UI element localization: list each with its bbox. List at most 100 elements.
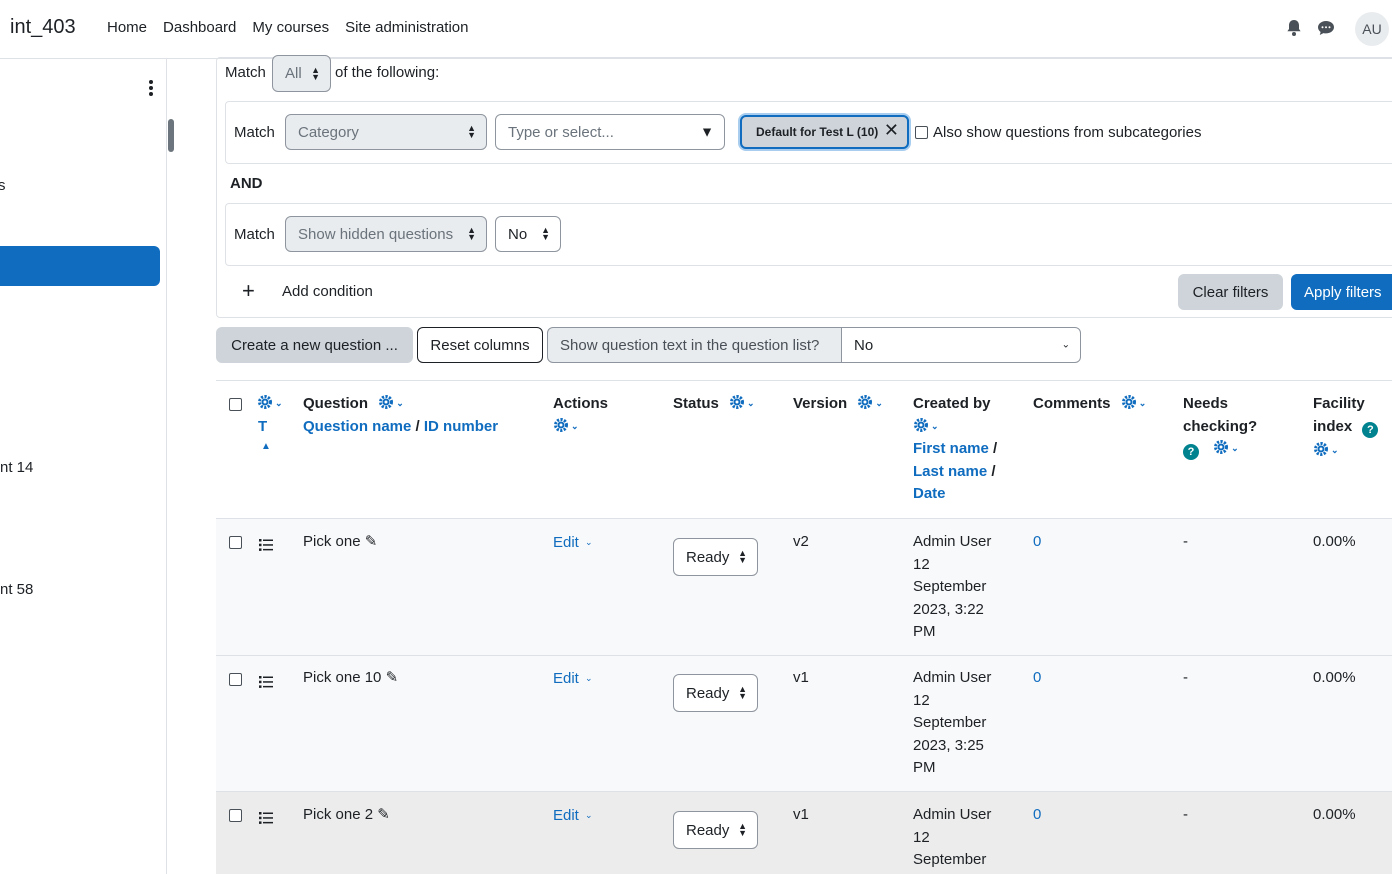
- gear-icon[interactable]: [857, 394, 873, 410]
- pencil-icon[interactable]: ✎: [377, 806, 390, 823]
- show-question-text-select[interactable]: No ⌄: [841, 327, 1081, 363]
- gear-icon[interactable]: [553, 417, 569, 433]
- top-navbar: int_403 Home Dashboard My courses Site a…: [0, 0, 1392, 59]
- version-column-header: Version ⌄: [793, 394, 883, 412]
- comments-link[interactable]: 0: [1033, 804, 1041, 827]
- facility-index-cell: 0.00%: [1313, 669, 1356, 686]
- drawer-scrollbar[interactable]: [168, 119, 174, 152]
- selected-category-chip[interactable]: Default for Test L (10) ✕: [740, 115, 909, 149]
- main-content: Match All ▲ ▼ of the following: Match Cate…: [177, 55, 1392, 874]
- gear-icon[interactable]: [1121, 394, 1137, 410]
- of-the-following-label: of the following:: [335, 64, 440, 81]
- question-name-cell: Pick one 2 ✎: [303, 806, 390, 823]
- clear-filters-button[interactable]: Clear filters: [1178, 274, 1283, 310]
- hidden-value-select[interactable]: No ▲ ▼: [495, 216, 561, 252]
- status-select[interactable]: Ready ▲ ▼: [673, 538, 758, 576]
- needs-checking-cell: -: [1183, 669, 1188, 686]
- question-name-cell: Pick one 10 ✎: [303, 669, 399, 686]
- nav-my-courses[interactable]: My courses: [244, 19, 337, 36]
- type-column-header[interactable]: ⌄: [257, 392, 283, 415]
- match-label: Match: [225, 64, 266, 81]
- add-condition-button[interactable]: Add condition: [282, 283, 373, 300]
- gear-icon[interactable]: [729, 394, 745, 410]
- create-question-button[interactable]: Create a new question ...: [216, 327, 413, 363]
- date-link[interactable]: Date: [913, 485, 946, 502]
- bell-icon[interactable]: [1284, 18, 1304, 38]
- facility-index-cell: 0.00%: [1313, 533, 1356, 550]
- facility-index-column-header-2: index ?: [1313, 415, 1379, 438]
- comments-column-header: Comments ⌄: [1033, 394, 1147, 412]
- status-column-header: Status ⌄: [673, 394, 755, 412]
- show-question-text-label: Show question text in the question list?: [547, 327, 842, 363]
- first-name-link[interactable]: First name: [913, 440, 989, 457]
- last-name-link[interactable]: Last name: [913, 463, 987, 480]
- chat-icon[interactable]: [1316, 18, 1336, 38]
- plus-icon[interactable]: +: [242, 278, 255, 304]
- facility-index-column-header: Facility: [1313, 395, 1365, 412]
- subcategories-label: Also show questions from subcategories: [933, 124, 1202, 141]
- facility-index-settings[interactable]: ⌄: [1313, 439, 1339, 462]
- comments-link[interactable]: 0: [1033, 531, 1041, 554]
- edit-menu[interactable]: Edit ⌄: [553, 667, 593, 691]
- match-join-select[interactable]: All ▲ ▼: [272, 55, 331, 92]
- needs-checking-column-header: Needs: [1183, 395, 1229, 412]
- date-sort: Date: [913, 482, 946, 505]
- row-checkbox[interactable]: [229, 809, 242, 822]
- gear-icon[interactable]: [257, 394, 273, 410]
- gear-icon[interactable]: [1313, 441, 1329, 457]
- edit-menu[interactable]: Edit ⌄: [553, 804, 593, 828]
- question-name-link[interactable]: Question name: [303, 418, 411, 435]
- gear-icon[interactable]: [378, 394, 394, 410]
- status-select[interactable]: Ready ▲ ▼: [673, 811, 758, 849]
- site-name[interactable]: int_403: [10, 16, 76, 39]
- nav-home[interactable]: Home: [99, 19, 155, 36]
- gear-icon[interactable]: [913, 417, 929, 433]
- primary-navigation: Home Dashboard My courses Site administr…: [99, 19, 477, 36]
- remove-chip-icon[interactable]: ✕: [884, 120, 899, 141]
- row-checkbox[interactable]: [229, 673, 242, 686]
- condition-field-select[interactable]: Show hidden questions ▲ ▼: [285, 216, 487, 252]
- status-select[interactable]: Ready ▲ ▼: [673, 674, 758, 712]
- nav-site-administration[interactable]: Site administration: [337, 19, 476, 36]
- help-icon[interactable]: ?: [1362, 422, 1379, 438]
- question-name-cell: Pick one ✎: [303, 533, 378, 550]
- row-checkbox[interactable]: [229, 536, 242, 549]
- facility-index-cell: 0.00%: [1313, 806, 1356, 823]
- drawer-item[interactable]: nt 58: [0, 581, 33, 598]
- last-name-sort: Last name /: [913, 463, 996, 480]
- pencil-icon[interactable]: ✎: [386, 669, 399, 686]
- user-avatar[interactable]: AU: [1355, 12, 1389, 46]
- needs-checking-cell: -: [1183, 806, 1188, 823]
- created-by-cell: Admin User 12 September: [913, 806, 992, 868]
- apply-filters-button[interactable]: Apply filters: [1291, 274, 1392, 310]
- nav-dashboard[interactable]: Dashboard: [155, 19, 244, 36]
- id-number-link[interactable]: ID number: [424, 418, 498, 435]
- created-by-cell: Admin User 12 September 2023, 3:22 PM: [913, 533, 992, 640]
- created-by-cell: Admin User 12 September 2023, 3:25 PM: [913, 669, 992, 776]
- version-cell: v1: [793, 669, 809, 686]
- drawer-item[interactable]: nt 14: [0, 459, 33, 476]
- version-cell: v1: [793, 806, 809, 823]
- multichoice-icon: [259, 812, 273, 824]
- gear-icon[interactable]: [1213, 439, 1229, 455]
- sort-asc-icon: ▲: [261, 441, 271, 452]
- drawer-item-active[interactable]: [0, 246, 160, 286]
- select-all-checkbox[interactable]: [229, 398, 242, 411]
- subcategories-checkbox[interactable]: [915, 126, 928, 139]
- help-icon[interactable]: ?: [1183, 444, 1199, 460]
- reset-columns-button[interactable]: Reset columns: [417, 327, 543, 363]
- pencil-icon[interactable]: ✎: [365, 533, 378, 550]
- created-by-settings[interactable]: ⌄: [913, 415, 939, 438]
- kebab-menu-icon[interactable]: [145, 79, 157, 97]
- course-index-drawer: s nt 14 nt 58: [0, 59, 167, 874]
- version-cell: v2: [793, 533, 809, 550]
- drawer-item[interactable]: s: [0, 177, 6, 194]
- table-row: Pick one 2 ✎ Edit ⌄ Ready ▲ ▼ v1 Admin Use…: [216, 792, 1392, 874]
- actions-settings[interactable]: ⌄: [553, 415, 579, 438]
- edit-menu[interactable]: Edit ⌄: [553, 531, 593, 555]
- needs-checking-cell: -: [1183, 533, 1188, 550]
- category-search-input[interactable]: Type or select... ▼: [495, 114, 725, 150]
- comments-link[interactable]: 0: [1033, 667, 1041, 690]
- condition-field-select[interactable]: Category ▲ ▼: [285, 114, 487, 150]
- multichoice-icon: [259, 676, 273, 688]
